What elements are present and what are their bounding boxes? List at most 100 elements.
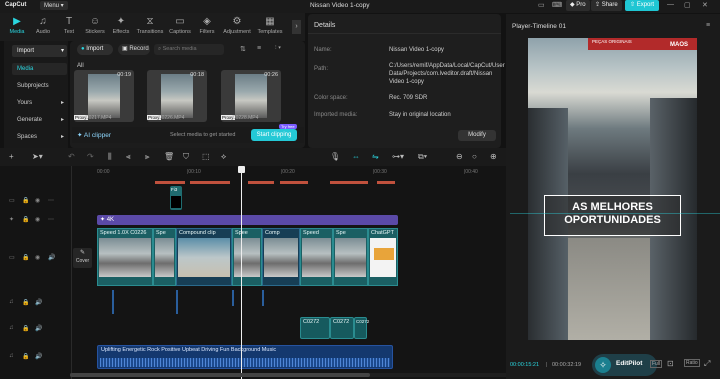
menu-button[interactable]: Menu ▾ bbox=[40, 1, 68, 10]
sidebar-item-import[interactable]: Import ▾ bbox=[12, 45, 67, 57]
fullscreen-icon[interactable]: ⤢ bbox=[704, 359, 710, 369]
lock-icon[interactable]: 🔒 bbox=[22, 216, 29, 223]
tool-bar: ▶ Media ♫ Audio T Text ☺ Stickers ✦ Effects ⧖… bbox=[0, 13, 305, 41]
lock-icon[interactable]: 🔒 bbox=[22, 197, 29, 204]
video-clip[interactable]: Speed bbox=[300, 228, 333, 286]
tab-text[interactable]: T Text bbox=[56, 15, 82, 39]
audio-icon[interactable]: 🔊 bbox=[35, 325, 42, 332]
compound-clip[interactable]: Compound clip bbox=[176, 228, 232, 286]
pro-badge[interactable]: ◆ Pro bbox=[566, 0, 590, 11]
video-clip[interactable]: ChatGPT bbox=[368, 228, 398, 286]
lock-icon[interactable]: 🔒 bbox=[22, 254, 29, 261]
magnet-icon[interactable]: ⇋ bbox=[372, 152, 379, 161]
audio-clip[interactable]: C0272 bbox=[300, 317, 330, 339]
audio-icon[interactable]: 🔊 bbox=[35, 299, 42, 306]
zoom-level-icon[interactable]: ○ bbox=[472, 152, 477, 161]
split-left-icon[interactable]: ⫷ bbox=[126, 152, 131, 162]
visibility-icon[interactable]: ◉ bbox=[35, 197, 40, 204]
music-clip[interactable]: Uplifting Energetic Rock Positive Upbeat… bbox=[97, 345, 393, 369]
delete-icon[interactable]: 🗑 bbox=[164, 152, 174, 161]
filter-icon[interactable]: ⫶ ▾ bbox=[275, 45, 281, 52]
sidebar-item-spaces[interactable]: Spaces ▸ bbox=[12, 131, 67, 143]
microphone-icon[interactable]: 🎙 bbox=[330, 152, 340, 161]
keyboard-icon[interactable]: ⌨ bbox=[552, 1, 562, 9]
share-button[interactable]: ⇪ Share bbox=[591, 0, 622, 11]
media-item-name: C0226.MP4 bbox=[158, 115, 185, 121]
more-icon[interactable]: ⋯ bbox=[48, 216, 54, 223]
sort-icon[interactable]: ⇅ bbox=[240, 45, 246, 53]
add-track-icon[interactable]: + bbox=[9, 152, 14, 161]
audio-icon[interactable]: 🔊 bbox=[48, 254, 55, 261]
audio-clip[interactable]: C0272 bbox=[354, 317, 369, 339]
audio-clip[interactable]: C0272 bbox=[330, 317, 354, 339]
tab-templates[interactable]: ▦ Templates bbox=[255, 15, 285, 39]
tab-captions[interactable]: ▭ Captions bbox=[167, 15, 193, 39]
ai-clipper-label: ✦ AI clipper bbox=[77, 132, 112, 139]
import-button[interactable]: ● Import bbox=[77, 44, 113, 55]
more-icon[interactable]: ≡ bbox=[706, 22, 710, 29]
video-clip[interactable]: Spe bbox=[153, 228, 176, 286]
timeline-scrollbar[interactable] bbox=[70, 373, 506, 377]
search-input[interactable]: ⌕ Search media bbox=[154, 44, 224, 55]
more-icon[interactable]: ⋯ bbox=[48, 197, 54, 204]
crop-icon[interactable]: ⬚ bbox=[202, 152, 210, 161]
mark-icon[interactable]: ⛉ bbox=[183, 152, 189, 162]
cover-button[interactable]: ✎ Cover bbox=[73, 248, 92, 268]
tab-filters[interactable]: ◈ Filters bbox=[194, 15, 220, 39]
video-preview[interactable]: PEÇAS ORIGINAIS MAOS AS MELHORES OPORTUN… bbox=[528, 38, 697, 340]
sidebar-item-media[interactable]: Media bbox=[12, 63, 67, 75]
split-icon[interactable]: ⫼ bbox=[108, 152, 112, 162]
sidebar-item-generate[interactable]: Generate ▸ bbox=[12, 114, 67, 126]
preview-axis-icon[interactable]: ⧉▾ bbox=[418, 152, 427, 162]
maximize-icon[interactable]: ▢ bbox=[684, 1, 691, 9]
full-button[interactable]: Full bbox=[650, 360, 663, 368]
tab-transitions[interactable]: ⧖ Transitions bbox=[134, 15, 166, 39]
lock-icon[interactable]: 🔒 bbox=[22, 325, 29, 332]
editpilot-button[interactable]: ✧ EditPilot bbox=[592, 354, 657, 376]
sidebar-item-subprojects[interactable]: Subprojects bbox=[12, 80, 67, 92]
playhead[interactable] bbox=[241, 166, 242, 379]
video-clip[interactable]: Speed 1.0X C0226 bbox=[97, 228, 153, 286]
chevron-right-icon[interactable]: › bbox=[292, 20, 301, 34]
ratio-button[interactable]: Ratio bbox=[684, 359, 700, 367]
close-icon[interactable]: ✕ bbox=[702, 1, 708, 9]
redo-icon[interactable]: ↷ bbox=[87, 152, 94, 161]
zoom-out-icon[interactable]: ⊖ bbox=[456, 152, 463, 161]
captions-icon: ▭ bbox=[175, 16, 185, 27]
tab-effects[interactable]: ✦ Effects bbox=[108, 15, 134, 39]
minimize-icon[interactable]: — bbox=[667, 1, 674, 8]
window-title: Nissan Video 1-copy bbox=[310, 2, 370, 9]
visibility-icon[interactable]: ◉ bbox=[35, 216, 40, 223]
tab-adjustment[interactable]: ⚙ Adjustment bbox=[220, 15, 254, 39]
split-right-icon[interactable]: ⫸ bbox=[145, 152, 150, 162]
link-clips-icon[interactable]: ⇔ bbox=[352, 152, 360, 161]
compound-clip[interactable]: Comp bbox=[262, 228, 300, 286]
start-clipping-button[interactable]: Start clipping bbox=[251, 129, 297, 141]
video-clip[interactable]: Spe bbox=[333, 228, 368, 286]
undo-icon[interactable]: ↶ bbox=[68, 152, 75, 161]
effect-clip[interactable]: ✦ 4K bbox=[97, 215, 398, 225]
text-clip[interactable]: Fi3 bbox=[170, 186, 182, 210]
track-type-icon: ▭ bbox=[9, 255, 15, 261]
list-view-icon[interactable]: ≡ bbox=[257, 45, 261, 52]
export-button[interactable]: ⇧ Export bbox=[625, 0, 660, 11]
video-clip[interactable]: Spee bbox=[232, 228, 262, 286]
visibility-icon[interactable]: ◉ bbox=[35, 254, 40, 261]
snapshot-icon[interactable]: ⊡ bbox=[667, 359, 674, 368]
link-icon[interactable]: ⊶▾ bbox=[392, 152, 404, 161]
tab-media[interactable]: ▶ Media bbox=[4, 15, 30, 39]
tab-stickers[interactable]: ☺ Stickers bbox=[82, 15, 108, 39]
modify-button[interactable]: Modify bbox=[458, 130, 496, 141]
select-tool-icon[interactable]: ➤▾ bbox=[32, 152, 43, 161]
sidebar-item-yours[interactable]: Yours ▸ bbox=[12, 97, 67, 109]
tab-audio[interactable]: ♫ Audio bbox=[30, 15, 56, 39]
overlay-line-2: OPORTUNIDADES bbox=[564, 214, 661, 226]
record-button[interactable]: ▣ Record bbox=[118, 44, 150, 55]
zoom-in-icon[interactable]: ⊕ bbox=[490, 152, 497, 161]
audio-icon[interactable]: 🔊 bbox=[35, 353, 42, 360]
playhead-handle[interactable] bbox=[238, 166, 245, 173]
lock-icon[interactable]: 🔒 bbox=[22, 299, 29, 306]
lock-icon[interactable]: 🔒 bbox=[22, 353, 29, 360]
magic-icon[interactable]: ⟡ bbox=[221, 152, 226, 162]
layout-icon[interactable]: ▭ bbox=[538, 1, 545, 9]
